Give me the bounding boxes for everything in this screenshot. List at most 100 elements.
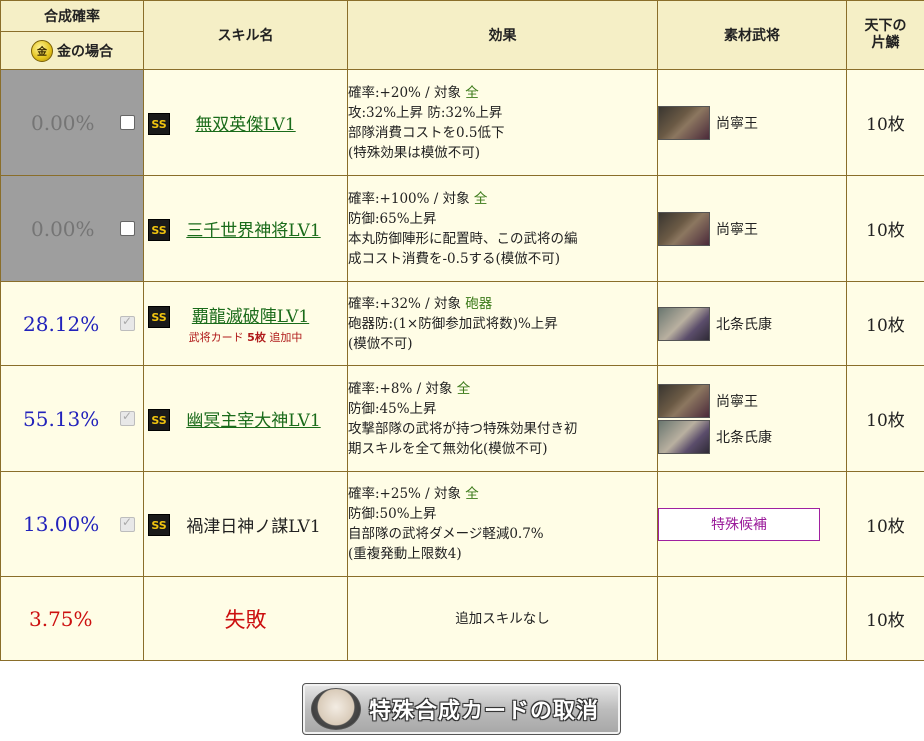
general-portrait-icon [658,383,710,418]
effect-cell: 確率:+8% / 対象 全 防御:45%上昇 攻撃部隊の武将が持つ特殊効果付き初… [347,365,658,472]
skill-checkbox[interactable] [120,115,135,130]
general-portrait-icon [658,211,710,246]
effect-rate-line: 確率:+100% / 対象 全 [348,190,488,207]
table-row: 0.00% SS 三千世界神将LV1 確率:+100% / 対象 全 防御:65… [0,175,924,282]
cost-value: 10枚 [846,365,924,472]
header-cost-line1: 天下の [864,18,907,34]
synthesis-table: 合成確率 金 金の場合 スキル名 効果 素材武将 天下の 片鱗 0.00% SS… [0,0,924,661]
effect-line: 防御:65%上昇 [348,210,437,227]
material-cell: 北条氏康 [657,281,847,366]
skill-name-link[interactable]: 無双英傑LV1 [195,115,295,135]
cost-value: 10枚 [846,281,924,366]
effect-line: 成コスト消費を-0.5する(模倣不可) [348,250,561,267]
table-row: 28.12% SS 覇龍滅破陣LV1 武将カード 5枚 追加中 確率:+32% … [0,281,924,366]
skill-cell: SS 幽冥主宰大神LV1 [143,365,348,472]
header-rate-sub: 金の場合 [57,43,113,60]
header-cost: 天下の 片鱗 [846,0,924,70]
skill-name-link[interactable]: 幽冥主宰大神LV1 [186,411,320,431]
rate-value: 0.00% [31,216,95,241]
header-skill: スキル名 [143,0,348,70]
material-general[interactable]: 北条氏康 [658,306,846,342]
material-cell [657,576,847,661]
effect-line: (模倣不可) [348,335,413,352]
header-effect: 効果 [347,0,658,70]
header-rate: 合成確率 金 金の場合 [0,0,144,70]
skill-cell: SS 三千世界神将LV1 [143,175,348,282]
skill-checkbox[interactable] [120,221,135,236]
ss-rank-icon: SS [148,514,170,536]
cancel-special-card-button[interactable]: 特殊合成カードの取消 [302,683,621,735]
rate-cell: 3.75% [0,576,144,661]
table-row: 55.13% SS 幽冥主宰大神LV1 確率:+8% / 対象 全 防御:45%… [0,365,924,472]
effect-line: 自部隊の武将ダメージ軽減0.7% [348,526,544,542]
rate-value: 55.13% [23,406,100,431]
general-name: 尚寧王 [716,393,758,410]
effect-line: (重複発動上限数4) [348,546,462,562]
rate-cell: 0.00% [0,175,144,282]
effect-line: 本丸防御陣形に配置時、この武将の編 [348,230,578,247]
skill-checkbox [120,409,135,426]
table-row: 3.75% 失敗 追加スキルなし 10枚 [0,576,924,661]
general-name: 北条氏康 [716,316,772,333]
table-header: 合成確率 金 金の場合 スキル名 効果 素材武将 天下の 片鱗 [0,0,924,70]
skill-cell: SS 覇龍滅破陣LV1 武将カード 5枚 追加中 [143,281,348,366]
skill-cell: SS 無双英傑LV1 [143,69,348,176]
effect-line: 防御:50%上昇 [348,506,437,522]
effect-cell: 確率:+100% / 対象 全 防御:65%上昇 本丸防御陣形に配置時、この武将… [347,175,658,282]
rate-cell: 55.13% [0,365,144,472]
effect-line: 砲器防:(1×防御参加武将数)%上昇 [348,315,558,332]
ss-rank-icon: SS [148,219,170,241]
ss-rank-icon: SS [148,306,170,328]
general-name: 尚寧王 [716,115,758,132]
rate-cell: 28.12% [0,281,144,366]
skill-cell: 失敗 [143,576,348,661]
cost-value: 10枚 [846,69,924,176]
rate-value: 0.00% [31,110,95,135]
rate-cell: 0.00% [0,69,144,176]
material-cell: 尚寧王 [657,69,847,176]
effect-rate-line: 確率:+20% / 対象 全 [348,84,479,101]
material-cell: 尚寧王 北条氏康 [657,365,847,472]
cancel-special-card-label: 特殊合成カードの取消 [369,699,600,724]
effect-rate-line: 確率:+32% / 対象 砲器 [348,295,493,312]
character-face-icon [311,688,361,730]
effect-rate-line: 確率:+25% / 対象 全 [348,486,479,502]
effect-line: (特殊効果は模倣不可) [348,144,481,161]
material-general[interactable]: 尚寧王 [658,383,846,419]
general-portrait-icon [658,306,710,341]
rate-value: 28.12% [23,311,100,336]
effect-line: 攻撃部隊の武将が持つ特殊効果付き初 [348,420,578,437]
material-general[interactable]: 尚寧王 [658,105,846,141]
ss-rank-icon: SS [148,113,170,135]
table-row: 0.00% SS 無双英傑LV1 確率:+20% / 対象 全 攻:32%上昇 … [0,69,924,176]
general-name: 尚寧王 [716,221,758,238]
effect-line: 部隊消費コストを0.5低下 [348,124,505,141]
special-candidate-button[interactable]: 特殊候補 [658,507,820,541]
header-cost-line2: 片鱗 [871,35,900,51]
table-row: 13.00% SS 禍津日神ノ謀LV1 確率:+25% / 対象 全 防御:50… [0,471,924,577]
rate-value: 13.00% [23,512,100,536]
no-extra-skill-text: 追加スキルなし [455,610,550,627]
skill-name-link[interactable]: 三千世界神将LV1 [186,221,320,241]
skill-name: 禍津日神ノ謀LV1 [186,516,321,537]
fail-label: 失敗 [224,607,267,632]
general-portrait-icon [658,419,710,454]
effect-cell: 確率:+32% / 対象 砲器 砲器防:(1×防御参加武将数)%上昇 (模倣不可… [347,281,658,366]
header-rate-title: 合成確率 [1,1,143,32]
ss-rank-icon: SS [148,409,170,431]
effect-line: 期スキルを全て無効化(模倣不可) [348,440,548,457]
skill-name-link[interactable]: 覇龍滅破陣LV1 [154,302,347,327]
header-material: 素材武将 [657,0,847,70]
skill-cell: SS 禍津日神ノ謀LV1 [143,471,348,577]
gold-coin-icon: 金 [31,39,53,62]
general-name: 北条氏康 [716,429,772,446]
material-general[interactable]: 尚寧王 [658,211,846,247]
effect-rate-line: 確率:+8% / 対象 全 [348,380,471,397]
general-portrait-icon [658,105,710,140]
skill-checkbox [120,515,135,532]
cost-value: 10枚 [846,471,924,577]
card-added-note: 武将カード 5枚 追加中 [188,331,303,344]
material-cell: 尚寧王 [657,175,847,282]
rate-value: 3.75% [29,606,93,631]
material-general[interactable]: 北条氏康 [658,419,846,455]
